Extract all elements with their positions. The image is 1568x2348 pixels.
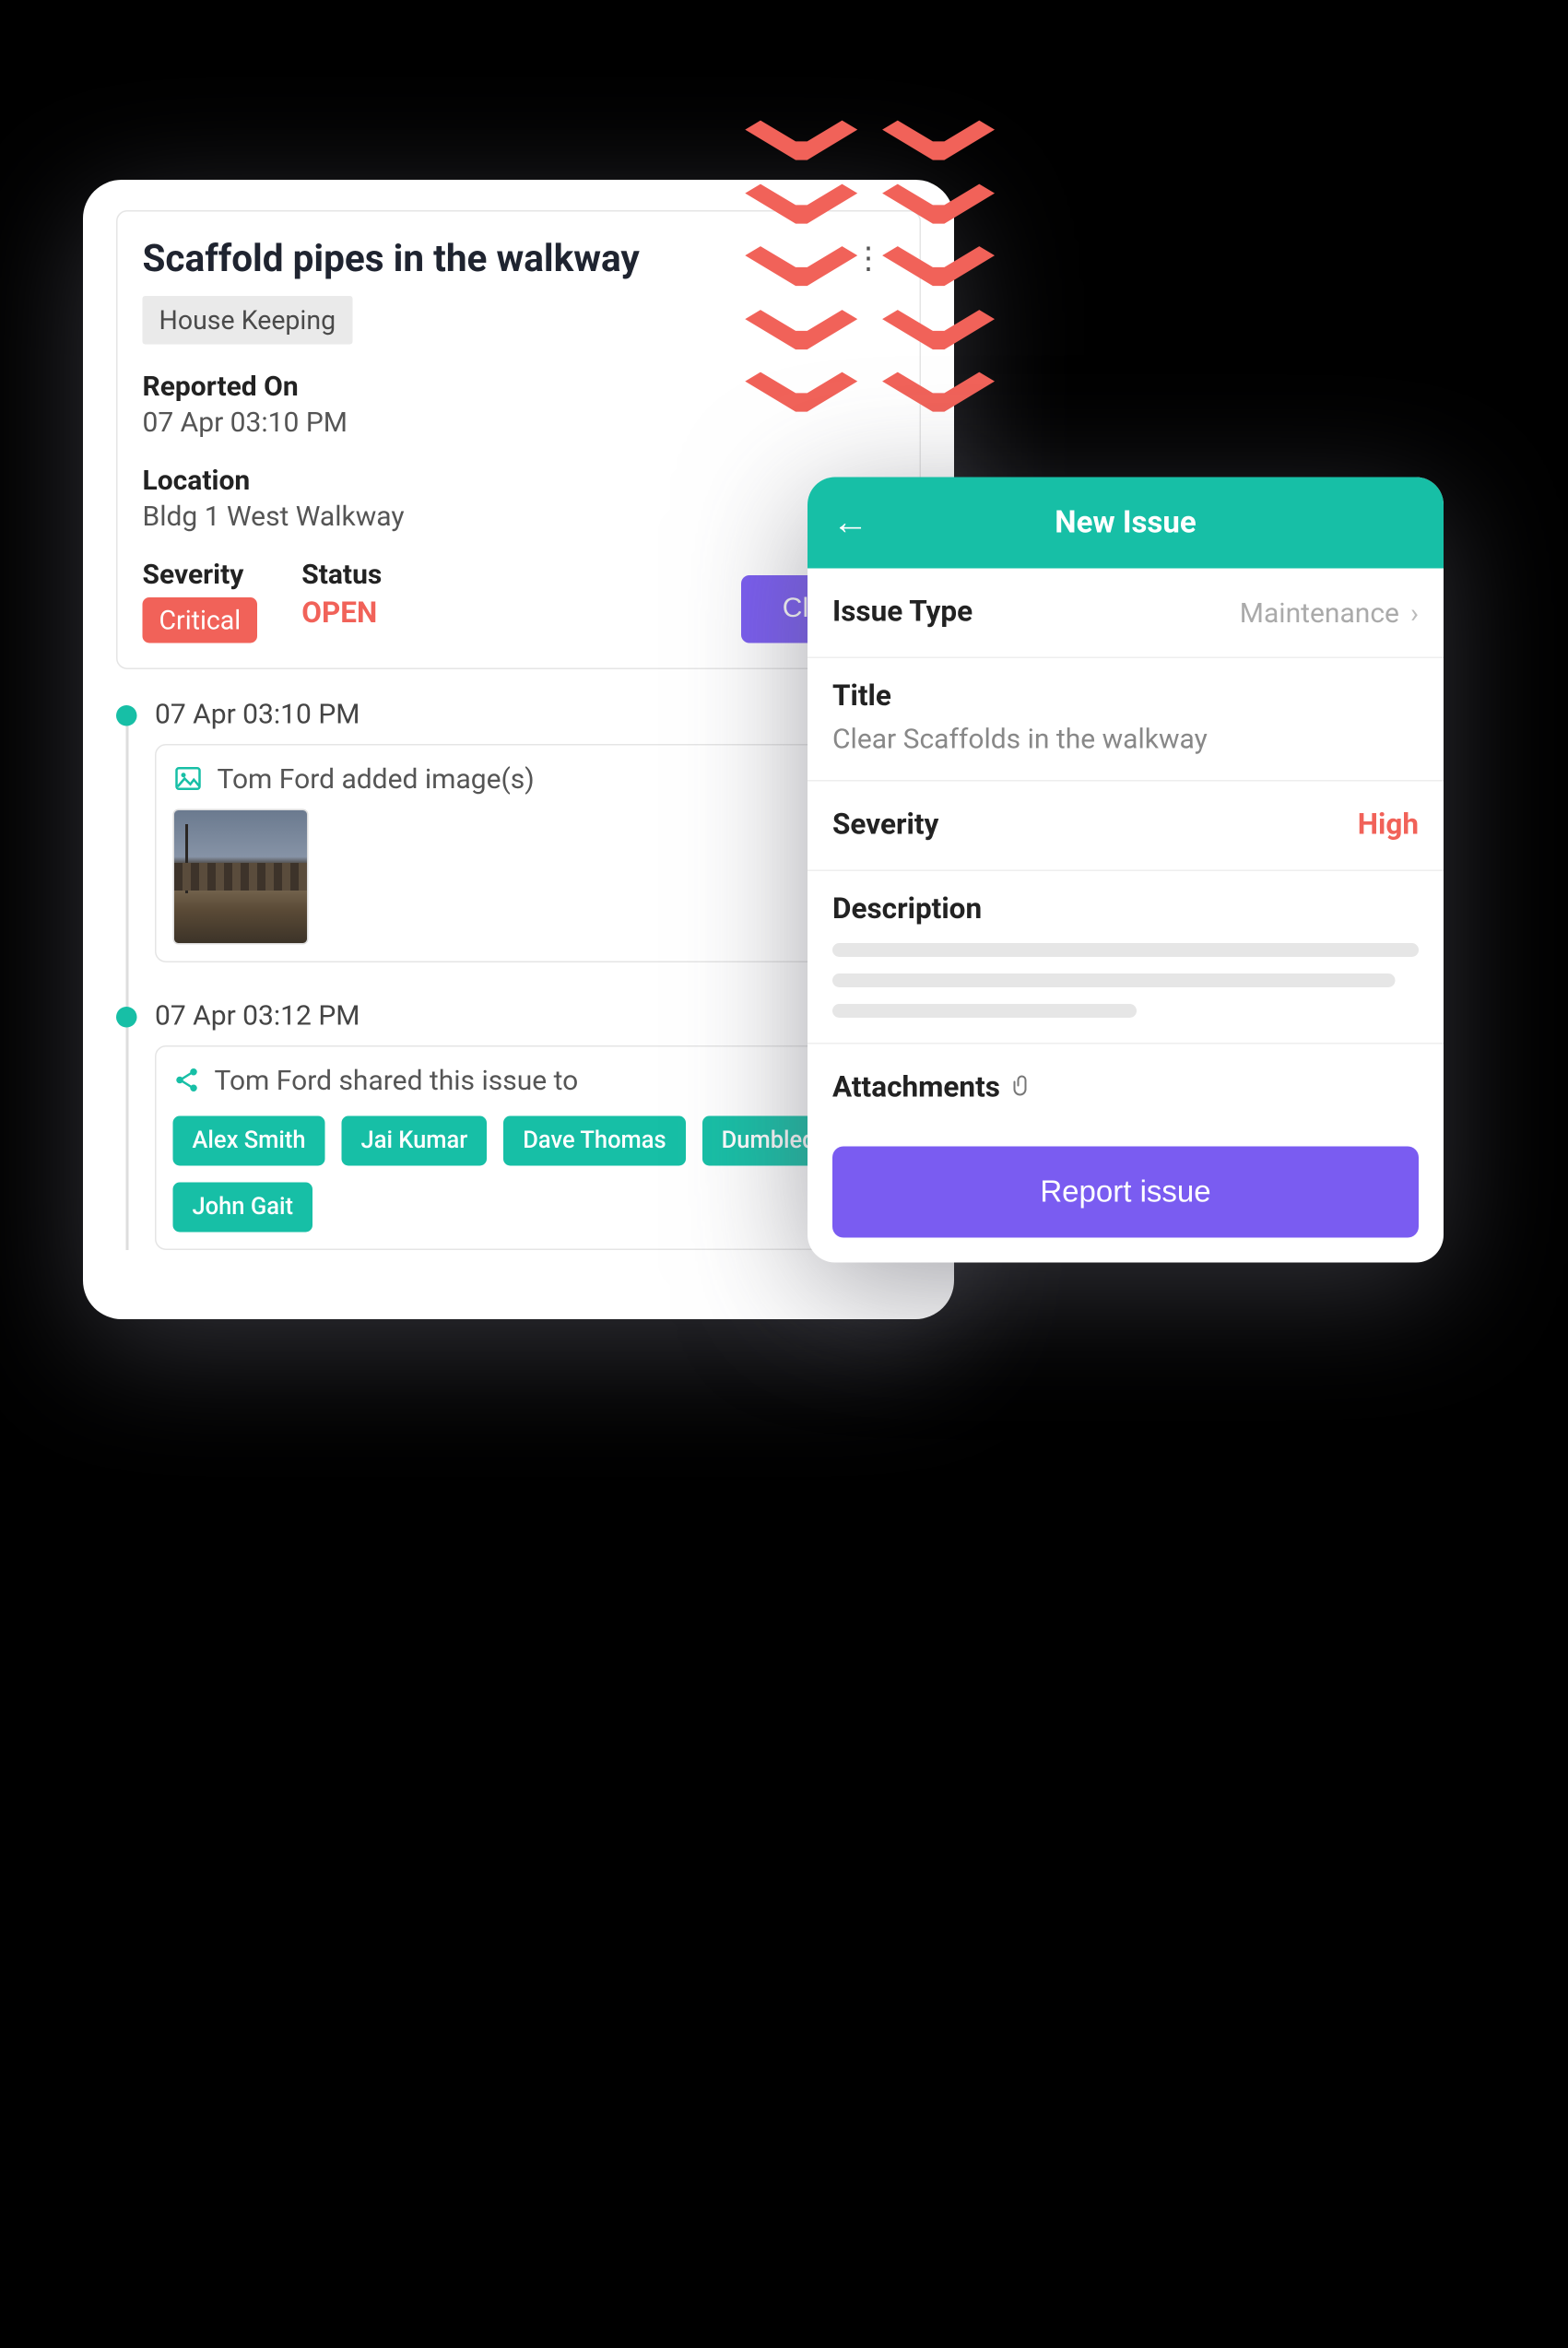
issue-header: Scaffold pipes in the walkway ⋮ House Ke… bbox=[116, 210, 921, 669]
category-tag: House Keeping bbox=[143, 296, 353, 345]
timeline-event: 07 Apr 03:10 PM Tom Ford added image(s) bbox=[116, 697, 921, 962]
chevron-right-icon: › bbox=[1410, 596, 1419, 630]
issue-type-value: Maintenance bbox=[1240, 596, 1399, 630]
person-chip[interactable]: Alex Smith bbox=[173, 1116, 325, 1166]
severity-label: Severity bbox=[143, 558, 258, 591]
reported-on-label: Reported On bbox=[143, 370, 895, 403]
location-label: Location bbox=[143, 464, 895, 497]
description-label: Description bbox=[832, 893, 1419, 926]
paperclip-icon bbox=[1011, 1072, 1033, 1105]
reported-on-value: 07 Apr 03:10 PM bbox=[143, 406, 895, 439]
issue-title: Scaffold pipes in the walkway bbox=[143, 237, 640, 281]
attachment-thumbnail[interactable] bbox=[173, 809, 309, 945]
description-placeholder-line bbox=[832, 1004, 1138, 1018]
person-chip[interactable]: John Gait bbox=[173, 1183, 312, 1233]
status-value: OPEN bbox=[301, 597, 382, 631]
status-label: Status bbox=[301, 558, 382, 591]
report-issue-button[interactable]: Report issue bbox=[832, 1147, 1419, 1238]
title-block[interactable]: Title Clear Scaffolds in the walkway bbox=[808, 658, 1444, 782]
timeline-event: 07 Apr 03:12 PM Tom Ford shared this iss… bbox=[116, 998, 921, 1250]
description-block[interactable]: Description bbox=[808, 871, 1444, 1044]
modal-header: ← New Issue bbox=[808, 478, 1444, 569]
timeline-dot-icon bbox=[116, 1007, 137, 1028]
modal-title: New Issue bbox=[832, 505, 1419, 540]
person-chip[interactable]: Dave Thomas bbox=[503, 1116, 685, 1166]
event-time: 07 Apr 03:10 PM bbox=[155, 697, 921, 730]
description-placeholder-line bbox=[832, 943, 1419, 957]
severity-badge: Critical bbox=[143, 597, 258, 643]
event-text: Tom Ford added image(s) bbox=[218, 762, 535, 796]
timeline: 07 Apr 03:10 PM Tom Ford added image(s) … bbox=[116, 697, 921, 1250]
picture-icon bbox=[173, 765, 204, 793]
share-icon bbox=[173, 1067, 201, 1094]
event-card: Tom Ford added image(s) bbox=[155, 744, 921, 962]
timeline-dot-icon bbox=[116, 705, 137, 726]
title-label: Title bbox=[832, 680, 1419, 714]
event-card: Tom Ford shared this issue to Alex Smith… bbox=[155, 1045, 921, 1250]
issue-type-row[interactable]: Issue Type Maintenance › bbox=[808, 569, 1444, 659]
person-chip[interactable]: Jai Kumar bbox=[342, 1116, 488, 1166]
title-input[interactable]: Clear Scaffolds in the walkway bbox=[832, 722, 1419, 755]
attachments-label: Attachments bbox=[832, 1072, 1000, 1105]
severity-label: Severity bbox=[832, 809, 938, 843]
event-time: 07 Apr 03:12 PM bbox=[155, 998, 921, 1032]
attachments-row[interactable]: Attachments bbox=[808, 1044, 1444, 1122]
new-issue-modal: ← New Issue Issue Type Maintenance › Tit… bbox=[808, 478, 1444, 1263]
issue-type-label: Issue Type bbox=[832, 596, 973, 630]
severity-row[interactable]: Severity High bbox=[808, 782, 1444, 872]
severity-value: High bbox=[1358, 809, 1419, 843]
location-value: Bldg 1 West Walkway bbox=[143, 500, 895, 533]
description-placeholder-line bbox=[832, 973, 1396, 987]
kebab-menu-icon[interactable]: ⋮ bbox=[843, 237, 895, 283]
event-text: Tom Ford shared this issue to bbox=[215, 1064, 579, 1097]
